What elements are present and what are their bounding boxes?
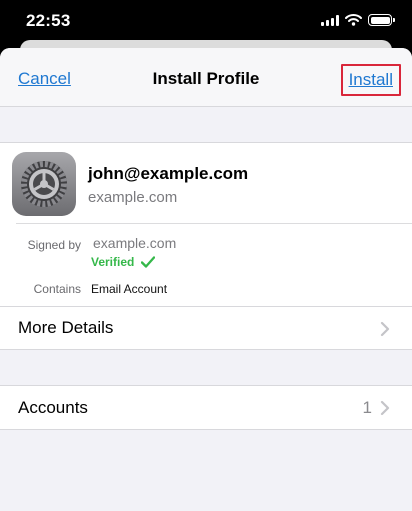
install-profile-sheet: Cancel Install Profile Install john@exam… [0, 48, 412, 511]
status-bar: 22:53 [0, 0, 412, 42]
more-details-label: More Details [18, 318, 114, 337]
contains-value: Email Account [91, 282, 168, 296]
profile-header: john@example.com example.com [0, 143, 412, 223]
profile-card: john@example.com example.com Signed by e… [0, 142, 412, 350]
more-details-row[interactable]: More Details [0, 306, 412, 349]
accounts-label: Accounts [18, 397, 88, 417]
signed-by-value: example.com [93, 235, 177, 251]
screen: 22:53 Cancel Install Profile Install joh… [0, 0, 412, 511]
signed-by-label: Signed by [27, 238, 81, 252]
chevron-right-icon [380, 400, 390, 416]
navigation-bar: Cancel Install Profile Install [0, 48, 412, 107]
status-time: 22:53 [26, 11, 71, 30]
profile-name: john@example.com [88, 164, 249, 183]
wifi-icon [345, 14, 362, 26]
accounts-row[interactable]: Accounts 1 [0, 386, 412, 429]
accounts-section: Accounts 1 [0, 385, 412, 430]
install-button[interactable]: Install [340, 64, 401, 96]
verified-status: Verified [91, 255, 156, 269]
chevron-right-icon [380, 321, 390, 337]
status-icons [321, 14, 395, 26]
profile-domain: example.com [88, 189, 178, 206]
signal-icon [321, 14, 339, 26]
verified-label: Verified [91, 255, 135, 269]
settings-gear-icon [12, 152, 76, 216]
accounts-count: 1 [362, 398, 372, 417]
profile-details: Signed by example.com Verified Contains … [16, 223, 412, 306]
checkmark-icon [141, 256, 156, 268]
contains-label: Contains [33, 282, 81, 296]
battery-icon [368, 14, 395, 26]
